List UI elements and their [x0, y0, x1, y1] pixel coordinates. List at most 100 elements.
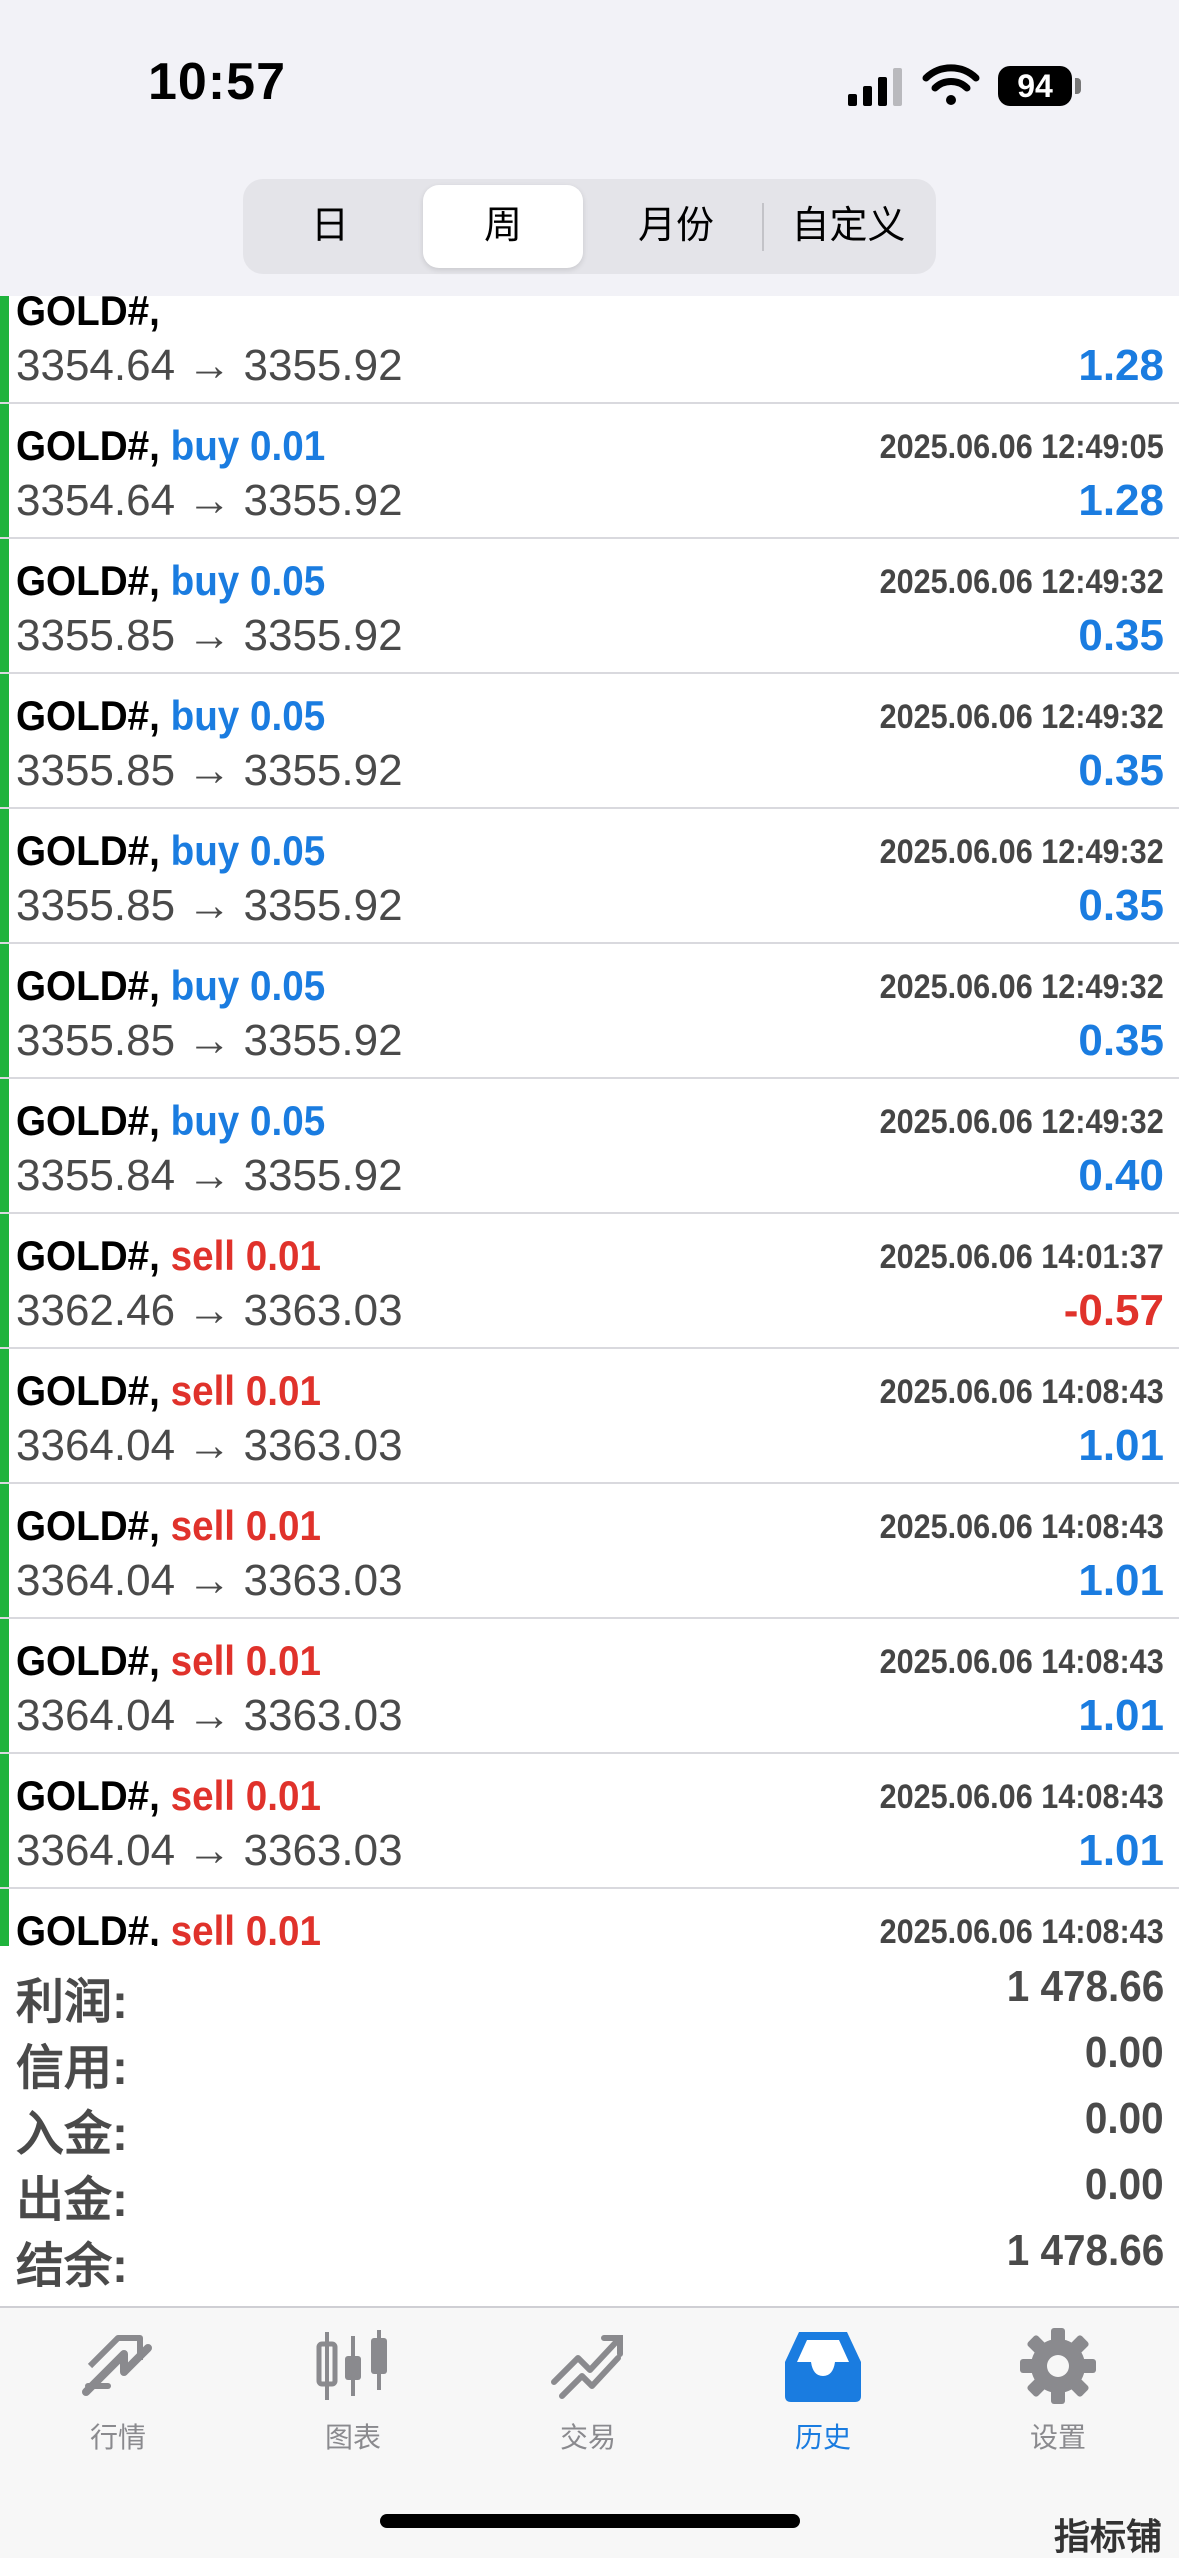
trade-history-list[interactable]: GOLD#, 3354.64 → 3355.92 1.28 GOLD#, buy 0… — [0, 296, 1179, 1946]
trade-side-type: sell — [170, 1772, 236, 1819]
trade-volume: 0.01 — [245, 1637, 321, 1684]
summary-label: 出金: — [16, 2174, 128, 2227]
wifi-icon — [922, 64, 980, 105]
trade-row[interactable]: GOLD#, sell 0.012025.06.06 14:08:433364.… — [0, 1752, 1179, 1889]
trade-side-type: buy — [170, 422, 240, 469]
trade-prices: 3355.84 → 3355.92 — [16, 1151, 403, 1200]
trade-row[interactable]: GOLD#, sell 0.01 2025.06.06 14:01:37 3362.… — [0, 1212, 1179, 1349]
cellular-signal-icon — [848, 68, 902, 106]
trade-side: sell 0.01 — [171, 1367, 321, 1414]
summary-label: 结余: — [16, 2240, 128, 2293]
chart-icon — [316, 2330, 387, 2400]
symbol-name: GOLD#, — [16, 1367, 160, 1414]
account-summary: 利润: 1 478.66 信用: 0.00 入金: 0.00 出金: 0.00 … — [0, 1946, 1179, 2306]
tabbar-quotes[interactable]: 行情 — [48, 2326, 188, 2476]
trade-symbol: GOLD#, — [16, 296, 160, 335]
trade-side: sell 0.01 — [171, 1772, 321, 1819]
top-area: 10:57 94 日 周 月份 自定义 — [0, 0, 1179, 296]
symbol-name: GOLD#, — [16, 296, 160, 334]
trade-volume: 0.01 — [245, 1232, 321, 1279]
trade-row[interactable]: GOLD#, sell 0.012025.06.06 14:08:433364.… — [0, 1617, 1179, 1754]
trade-symbol: GOLD#, buy 0.05 — [16, 827, 325, 875]
trade-side-type: buy — [170, 1097, 240, 1144]
trade-side: sell 0.01 — [171, 1232, 321, 1279]
trade-volume: 0.05 — [250, 692, 326, 739]
trade-time: 2025.06.06 12:49:32 — [879, 968, 1164, 1006]
trade-volume: 0.01 — [245, 1772, 321, 1819]
symbol-name: GOLD#, — [16, 1097, 160, 1144]
trade-profit: 1.01 — [1078, 1421, 1164, 1470]
trade-symbol: GOLD#, sell 0.01 — [16, 1367, 321, 1415]
symbol-name: GOLD#, — [16, 827, 160, 874]
trade-time: 2025.06.06 14:08:43 — [879, 1643, 1164, 1681]
history-icon — [785, 2332, 861, 2402]
trade-symbol: GOLD#, sell 0.01 — [16, 1907, 321, 1946]
symbol-name: GOLD#, — [16, 962, 160, 1009]
summary-label: 入金: — [16, 2108, 128, 2161]
trade-row[interactable]: GOLD#, buy 0.05 2025.06.06 12:49:32 3355.8… — [0, 1077, 1179, 1214]
tab-week[interactable]: 周 — [423, 185, 583, 268]
symbol-name: GOLD#, — [16, 1907, 160, 1946]
trade-prices: 3364.04 → 3363.03 — [16, 1556, 403, 1605]
trade-side: sell 0.01 — [171, 1637, 321, 1684]
trade-profit: 1.28 — [1078, 476, 1164, 525]
trade-profit: 0.35 — [1078, 1016, 1164, 1065]
trade-side: buy 0.05 — [171, 557, 326, 604]
trade-row[interactable]: GOLD#, 3354.64 → 3355.92 1.28 — [0, 296, 1179, 404]
trade-row[interactable]: GOLD#, sell 0.012025.06.06 14:08:433364.… — [0, 1482, 1179, 1619]
trade-time: 2025.06.06 14:08:43 — [879, 1913, 1164, 1946]
tabbar-trade[interactable]: 交易 — [518, 2326, 658, 2476]
trade-time: 2025.06.06 12:49:05 — [879, 428, 1164, 466]
trade-prices: 3354.64 → 3355.92 — [16, 341, 403, 390]
tab-day[interactable]: 日 — [249, 185, 411, 268]
trade-profit: 0.35 — [1078, 746, 1164, 795]
trade-row[interactable]: GOLD#, buy 0.05 2025.06.06 12:49:32 3355.8… — [0, 942, 1179, 1079]
trade-side: buy 0.05 — [171, 827, 326, 874]
trade-row[interactable]: GOLD#, sell 0.012025.06.06 14:08:433364.… — [0, 1347, 1179, 1484]
trade-row[interactable]: GOLD#, buy 0.01 2025.06.06 12:49:05 3354.6… — [0, 402, 1179, 539]
trade-symbol: GOLD#, buy 0.01 — [16, 422, 325, 470]
status-time: 10:57 — [148, 53, 286, 111]
trade-profit: -0.57 — [1063, 1286, 1164, 1335]
trade-side: buy 0.05 — [171, 962, 326, 1009]
tabbar-label: 行情 — [89, 2422, 146, 2453]
trade-side-type: sell — [170, 1367, 236, 1414]
tabbar-settings[interactable]: 设置 — [988, 2326, 1128, 2476]
home-indicator[interactable] — [380, 2514, 800, 2528]
summary-value: 0.00 — [1085, 2028, 1164, 2077]
trade-icon — [551, 2335, 623, 2399]
summary-value: 0.00 — [1085, 2094, 1164, 2143]
trade-time: 2025.06.06 14:08:43 — [879, 1373, 1164, 1411]
trade-time: 2025.06.06 12:49:32 — [879, 833, 1164, 871]
trade-side-type: sell — [170, 1907, 236, 1946]
trade-row[interactable]: GOLD#, buy 0.05 2025.06.06 12:49:32 3355.8… — [0, 537, 1179, 674]
battery-icon: 94 — [998, 66, 1072, 106]
trade-profit: 0.40 — [1078, 1151, 1164, 1200]
tabbar-chart[interactable]: 图表 — [283, 2326, 423, 2476]
symbol-name: GOLD#, — [16, 1232, 160, 1279]
trade-prices: 3364.04 → 3363.03 — [16, 1691, 403, 1740]
tabbar-history[interactable]: 历史 — [753, 2326, 893, 2476]
trade-symbol: GOLD#, buy 0.05 — [16, 692, 325, 740]
trade-volume: 0.05 — [250, 1097, 326, 1144]
tab-month[interactable]: 月份 — [595, 185, 757, 268]
trade-profit: 0.35 — [1078, 881, 1164, 930]
trade-volume: 0.05 — [250, 827, 326, 874]
trade-row[interactable]: GOLD#, sell 0.012025.06.06 14:08:433364.… — [0, 1887, 1179, 1946]
trade-volume: 0.01 — [245, 1367, 321, 1414]
trade-row[interactable]: GOLD#, buy 0.05 2025.06.06 12:49:32 3355.8… — [0, 672, 1179, 809]
summary-label: 利润: — [16, 1976, 128, 2029]
summary-balance: 结余: 1 478.66 — [0, 2226, 1179, 2293]
trade-side-type: sell — [170, 1232, 236, 1279]
trade-profit: 1.28 — [1078, 341, 1164, 390]
tabbar-label: 历史 — [794, 2422, 851, 2453]
trade-symbol: GOLD#, sell 0.01 — [16, 1502, 321, 1550]
trade-time: 2025.06.06 14:08:43 — [879, 1778, 1164, 1816]
trade-side-type: sell — [170, 1637, 236, 1684]
tabbar-label: 图表 — [324, 2422, 381, 2453]
tab-custom[interactable]: 自定义 — [767, 185, 930, 268]
watermark: 指标铺 — [1054, 2516, 1163, 2557]
trade-volume: 0.01 — [250, 422, 326, 469]
trade-row[interactable]: GOLD#, buy 0.05 2025.06.06 12:49:32 3355.8… — [0, 807, 1179, 944]
trade-time: 2025.06.06 14:01:37 — [879, 1238, 1164, 1276]
